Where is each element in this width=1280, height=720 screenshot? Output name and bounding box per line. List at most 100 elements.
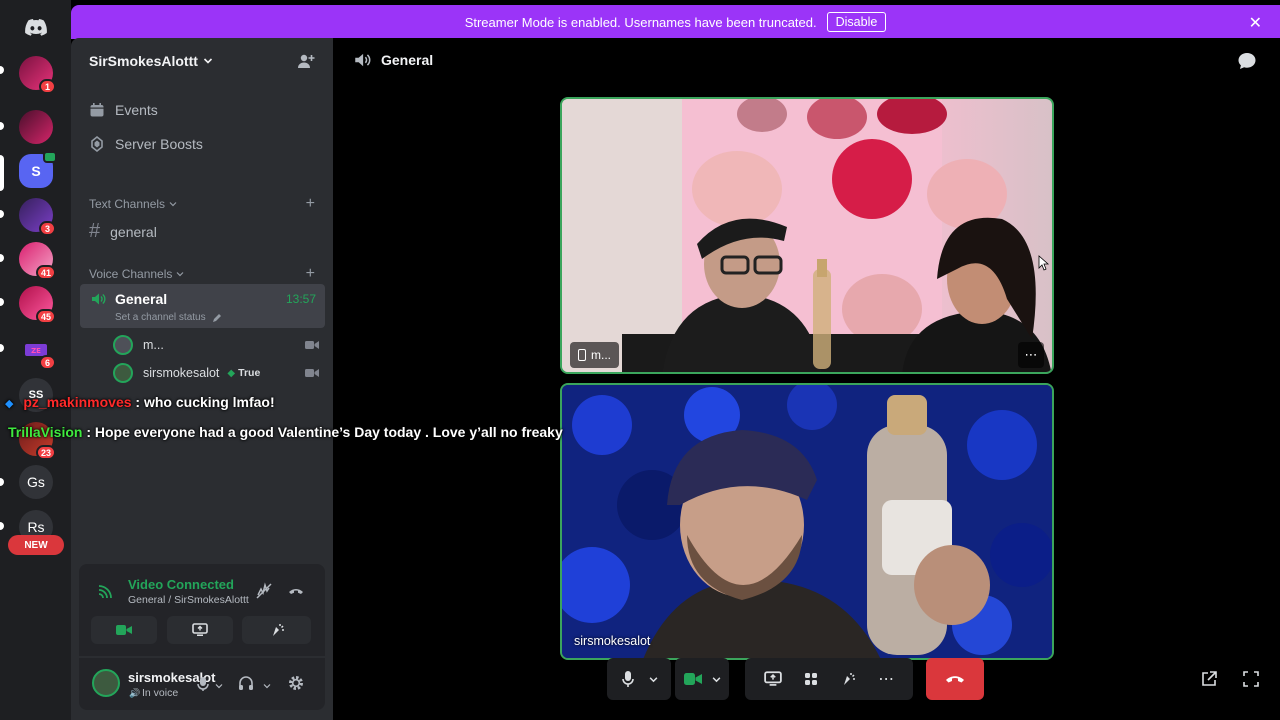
hashtag-icon: # [89,220,101,242]
call-controls: ⋯ [607,658,1007,700]
disconnect-icon[interactable] [287,582,305,600]
server-header[interactable]: SirSmokesAlottt [71,38,333,84]
invite-people-icon[interactable] [297,52,315,70]
server-icon-2[interactable] [19,110,53,144]
voice-stage: General m... ⋯ sirsmokesalot ⋯ [333,38,1280,720]
signal-icon[interactable] [97,584,113,600]
chevron-down-icon [203,58,212,64]
microphone-button[interactable] [607,658,671,700]
server-icon-5[interactable]: 45 [19,286,56,324]
server-icon-6[interactable]: ZE 6 [19,332,56,370]
more-options-button[interactable]: ⋯ [1018,342,1044,368]
channel-status-field[interactable]: Set a channel status [115,312,206,323]
unread-pip [0,66,4,74]
voice-member-row[interactable]: sirsmokesalot ◆ True [113,362,319,384]
svg-text:ZE: ZE [31,347,41,355]
call-actions-group: ⋯ [745,658,913,700]
cursor-icon [1038,255,1050,271]
member-badge: True [238,367,261,379]
discord-home-icon[interactable] [19,10,53,44]
avatar[interactable] [92,669,120,697]
popout-icon[interactable] [1200,670,1218,688]
server-icon-4[interactable]: 41 [19,242,56,280]
channel-general-text[interactable]: # general [89,220,157,243]
calendar-icon [90,103,104,117]
unread-pip [0,522,4,530]
user-status: In voice [142,687,179,699]
chevron-down-icon[interactable] [215,682,223,690]
fullscreen-icon[interactable] [1242,670,1260,688]
screen-share-icon [192,623,208,636]
mention-badge: 1 [39,79,56,94]
chat-username: pz_makinmoves [23,394,132,410]
server-icon-gs[interactable]: Gs [19,465,53,499]
unread-pip [0,298,4,306]
chat-text: : Hope everyone had a good Valentine’s D… [86,424,563,440]
video-frame [562,385,1052,658]
hang-up-icon [946,676,964,683]
unread-pip [0,478,4,486]
chat-bubble-icon[interactable] [1237,51,1257,71]
screen-share-button[interactable] [167,616,233,644]
microphone-icon [621,671,634,687]
mention-badge: 3 [39,221,56,236]
mention-badge: 45 [35,309,56,324]
voice-member-row[interactable]: m... [113,334,319,356]
member-name: m... [143,338,164,352]
chevron-down-icon[interactable] [263,682,271,690]
boosts-label: Server Boosts [115,136,203,152]
noise-suppression-icon[interactable] [255,582,273,600]
voice-channel-general[interactable]: General 13:57 Set a channel status [80,284,325,328]
text-channels-category[interactable]: Text Channels + [71,195,333,213]
server-rail: 1 S 3 41 45 ZE 6 SS 23 Gs Rs NEW [0,0,71,720]
unread-pip [0,210,4,218]
server-icon-1[interactable]: 1 [19,56,56,94]
soundboard-button[interactable] [245,616,311,644]
server-boosts-item[interactable]: Server Boosts [89,136,203,152]
events-item[interactable]: Events [89,102,158,118]
voice-channel-label: General [115,291,168,307]
server-initials: Rs [27,519,45,535]
video-tile-1[interactable]: m... ⋯ [560,97,1054,374]
category-label: Voice Channels [89,267,173,281]
headphones-icon[interactable] [238,675,254,691]
activities-icon[interactable] [803,671,819,687]
streamer-mode-banner: Streamer Mode is enabled. Usernames have… [71,5,1280,39]
microphone-icon[interactable] [196,676,210,692]
server-icon-selected[interactable]: S [19,151,57,188]
add-channel-icon[interactable]: + [306,265,315,283]
category-label: Text Channels [89,197,166,211]
voice-location[interactable]: General / SirSmokesAlottt [128,594,249,606]
voice-status-dot: 🔊 [129,688,141,698]
unread-pip [0,254,4,262]
screen-share-icon[interactable] [763,671,782,687]
avatar [113,335,133,355]
close-icon[interactable]: ✕ [1249,13,1262,33]
disable-button[interactable]: Disable [826,12,887,32]
chevron-down-icon [176,272,184,277]
camera-button[interactable] [675,658,729,700]
soundboard-button[interactable] [317,616,318,644]
voice-channels-category[interactable]: Voice Channels + [71,265,333,283]
server-icon-3[interactable]: 3 [19,198,56,236]
voice-status[interactable]: Video Connected [128,577,234,592]
pencil-icon[interactable] [212,313,222,323]
diamond-icon: ◆ [5,398,14,410]
chevron-down-icon [649,676,657,682]
video-camera-icon [116,625,132,635]
soundboard-icon[interactable] [841,671,857,687]
unread-pip [0,344,4,352]
hang-up-button[interactable] [926,658,984,700]
more-options-icon[interactable]: ⋯ [878,669,894,689]
camera-button[interactable] [91,616,157,644]
gear-icon[interactable] [287,674,305,692]
ellipsis-icon: ⋯ [1024,347,1038,362]
chat-username: TrillaVision [8,424,83,440]
new-badge[interactable]: NEW [8,535,64,555]
mobile-icon [578,349,586,361]
add-channel-icon[interactable]: + [306,195,315,213]
video-camera-icon [305,341,319,349]
events-label: Events [115,102,158,118]
video-tile-2[interactable]: sirsmokesalot [560,383,1054,660]
channel-title: General [381,52,434,68]
